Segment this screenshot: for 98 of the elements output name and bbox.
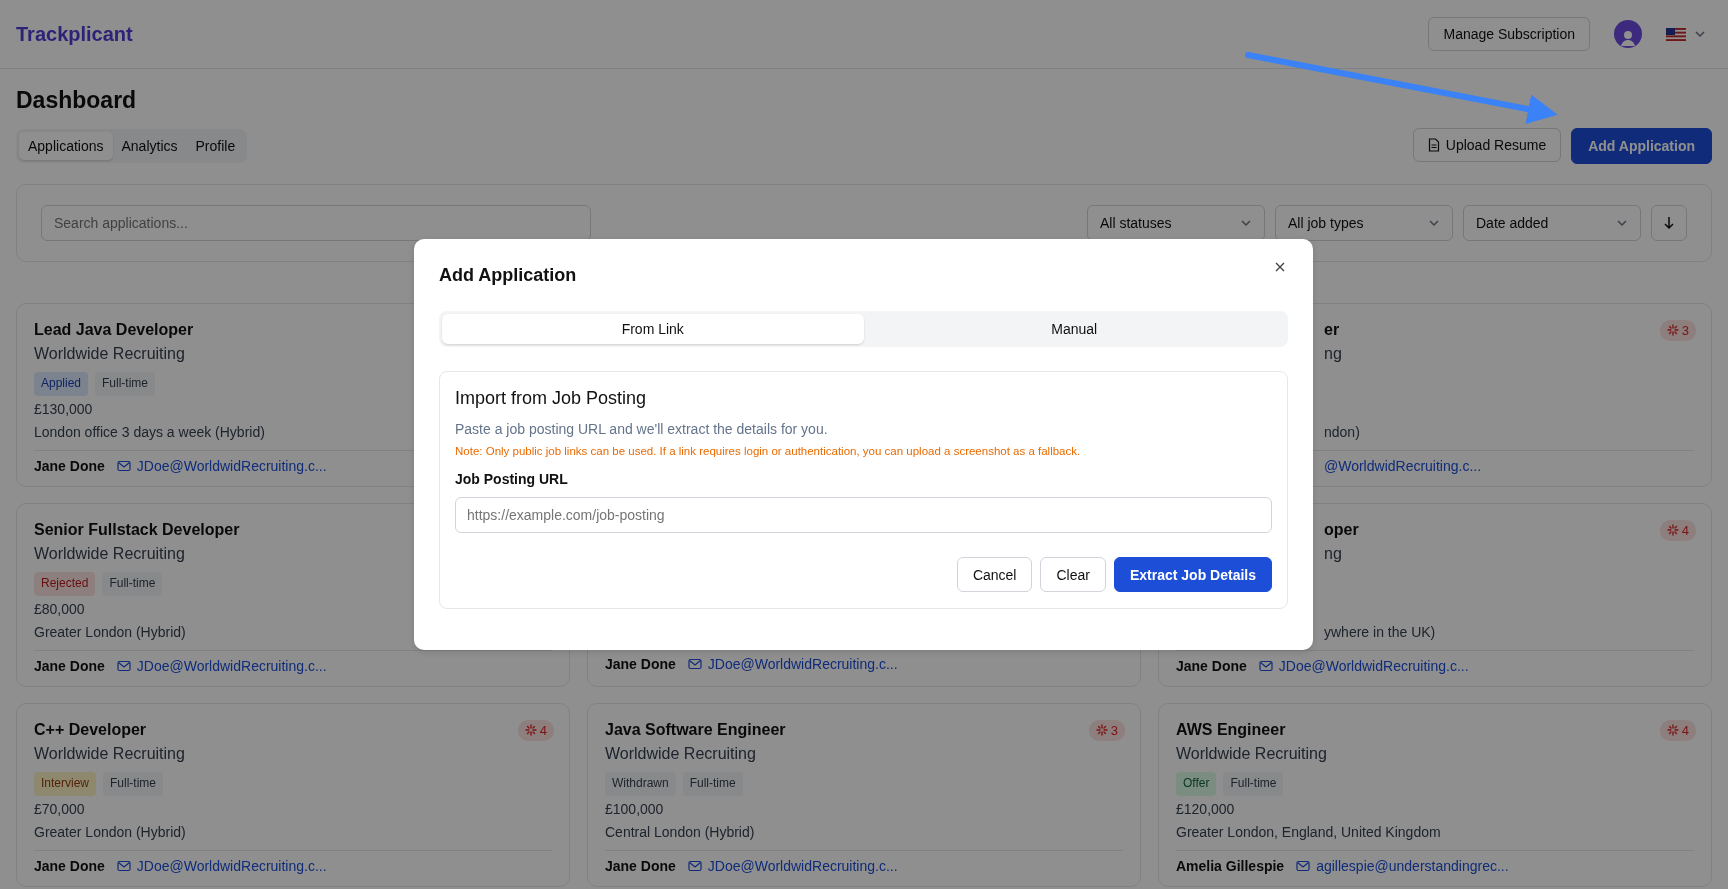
contact-name: Jane Done xyxy=(34,458,105,474)
mail-icon xyxy=(116,660,131,672)
location-text: ndon) xyxy=(1324,424,1360,442)
mail-icon xyxy=(116,460,131,472)
email-link[interactable]: JDoe@WorldwidRecruiting.c... xyxy=(707,858,898,874)
document-icon xyxy=(1427,138,1440,152)
job-title: Senior Fullstack Developer xyxy=(34,521,240,539)
job-type-tag: Full-time xyxy=(682,772,743,796)
mail-icon xyxy=(1296,860,1311,872)
company-name: Worldwide Recruiting xyxy=(34,745,185,764)
salary-text: £130,000 xyxy=(34,401,93,419)
dialog-button[interactable]: Clear xyxy=(1040,557,1106,592)
job-type-tag: Full-time xyxy=(102,572,163,596)
sort-button[interactable] xyxy=(1651,205,1687,241)
dialog-title: Add Application xyxy=(439,265,577,286)
job-title: oper xyxy=(1324,521,1359,539)
company-name: ng xyxy=(1324,545,1342,564)
contact-name: Jane Done xyxy=(605,858,676,874)
score-badge: 3 xyxy=(1659,319,1696,341)
mail-icon xyxy=(687,658,702,670)
email-link[interactable]: JDoe@WorldwidRecruiting.c... xyxy=(136,458,327,474)
company-name: Worldwide Recruiting xyxy=(34,345,185,364)
job-card[interactable]: AWS Engineer 4 Worldwide Recruiting Offer Full-time £120,000 Greater London, England, United Kingdom Amelia Gillespie agillespie@understandingrec... xyxy=(1158,703,1712,887)
extract-button[interactable]: Extract Job Details xyxy=(1113,557,1272,592)
field-label: Job Posting URL xyxy=(455,471,569,487)
salary-text: £80,000 xyxy=(34,601,85,619)
company-name: Worldwide Recruiting xyxy=(605,745,756,764)
chevron-down-icon xyxy=(1240,217,1252,229)
contact-name: Jane Done xyxy=(1176,658,1247,674)
contact-name: Jane Done xyxy=(34,858,105,874)
job-title: C++ Developer xyxy=(34,721,147,739)
sparkle-icon xyxy=(524,724,537,736)
salary-text: £100,000 xyxy=(605,801,664,819)
company-name: Worldwide Recruiting xyxy=(34,545,185,564)
status-tag: Rejected xyxy=(34,572,96,596)
email-link[interactable]: JDoe@WorldwidRecruiting.c... xyxy=(707,656,898,672)
job-title: Java Software Engineer xyxy=(605,721,786,739)
avatar-icon[interactable] xyxy=(1614,20,1642,48)
location-text: London office 3 days a week (Hybrid) xyxy=(34,424,265,442)
job-card[interactable]: Java Software Engineer 3 Worldwide Recruiting Withdrawn Full-time £100,000 Central London (Hybrid) Jane Done JDoe@WorldwidRecruiting.c... xyxy=(587,703,1141,887)
tab[interactable]: Profile xyxy=(186,132,245,160)
search-field[interactable]: Search applications... xyxy=(41,205,591,241)
tab[interactable]: Analytics xyxy=(112,132,187,160)
chevron-down-icon xyxy=(1428,217,1440,229)
location-text: Greater London (Hybrid) xyxy=(34,824,186,842)
location-text: Central London (Hybrid) xyxy=(605,824,755,842)
score-badge: 4 xyxy=(1659,719,1696,741)
mail-icon xyxy=(116,860,131,872)
company-name: ng xyxy=(1324,345,1342,364)
manage-subscription-button[interactable]: Manage Subscription xyxy=(1428,17,1590,51)
email-link[interactable]: agillespie@understandingrec... xyxy=(1316,858,1509,874)
email-link[interactable]: JDoe@WorldwidRecruiting.c... xyxy=(136,658,327,674)
url-input-field[interactable]: https://example.com/job-posting xyxy=(455,497,1272,533)
status-tag: Offer xyxy=(1176,772,1217,796)
tab[interactable]: From Link xyxy=(442,314,864,344)
status-tag: Applied xyxy=(34,372,89,396)
email-link[interactable]: JDoe@WorldwidRecruiting.c... xyxy=(136,858,327,874)
score-badge: 4 xyxy=(517,719,554,741)
close-icon xyxy=(1274,261,1286,273)
score-badge: 3 xyxy=(1088,719,1125,741)
add-application-button[interactable]: Add Application xyxy=(1571,128,1712,164)
status-tag: Withdrawn xyxy=(605,772,676,796)
status-tag: Interview xyxy=(34,772,97,796)
job-title: er xyxy=(1324,321,1340,339)
score-badge: 4 xyxy=(1659,519,1696,541)
salary-text: £120,000 xyxy=(1176,801,1235,819)
contact-name: Amelia Gillespie xyxy=(1176,858,1285,874)
mail-icon xyxy=(687,860,702,872)
job-title: AWS Engineer xyxy=(1176,721,1286,739)
location-text: Greater London (Hybrid) xyxy=(34,624,186,642)
job-type-tag: Full-time xyxy=(1223,772,1284,796)
chevron-down-icon xyxy=(1616,217,1628,229)
contact-name: Jane Done xyxy=(34,658,105,674)
sparkle-icon xyxy=(1666,724,1679,736)
job-card[interactable]: C++ Developer 4 Worldwide Recruiting Interview Full-time £70,000 Greater London (Hybrid) Jane Done JDoe@WorldwidRecruiting.c... xyxy=(16,703,570,887)
job-type-tag: Full-time xyxy=(103,772,164,796)
sparkle-icon xyxy=(1666,524,1679,536)
mail-icon xyxy=(1258,660,1273,672)
company-name: Worldwide Recruiting xyxy=(1176,745,1327,764)
location-text: ywhere in the UK) xyxy=(1324,624,1436,642)
sparkle-icon xyxy=(1095,724,1108,736)
job-type-tag: Full-time xyxy=(95,372,156,396)
arrow-down-icon xyxy=(1663,216,1675,230)
flag-icon xyxy=(1666,27,1686,41)
tab[interactable]: Applications xyxy=(19,132,113,160)
contact-name: Jane Done xyxy=(605,656,676,672)
app-logo[interactable]: Trackplicant xyxy=(16,22,133,46)
salary-text: £70,000 xyxy=(34,801,85,819)
email-link[interactable]: JDoe@WorldwidRecruiting.c... xyxy=(1278,658,1469,674)
email-link[interactable]: @WorldwidRecruiting.c... xyxy=(1324,458,1482,474)
dialog-button[interactable]: Cancel xyxy=(956,557,1033,592)
chevron-down-icon xyxy=(1694,28,1706,40)
job-title: Lead Java Developer xyxy=(34,321,194,339)
upload-resume-button[interactable]: Upload Resume xyxy=(1412,128,1562,162)
location-text: Greater London, England, United Kingdom xyxy=(1176,824,1441,842)
page-title: Dashboard xyxy=(16,87,138,114)
filter-dropdown[interactable]: Date added xyxy=(1463,205,1641,241)
sparkle-icon xyxy=(1666,324,1679,336)
